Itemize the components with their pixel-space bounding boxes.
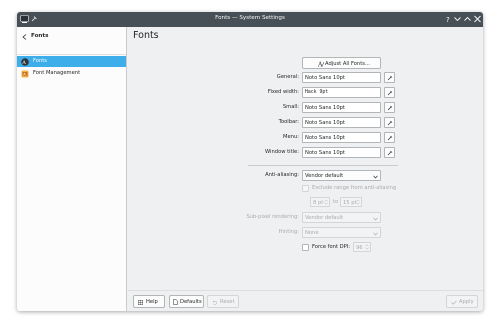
reset-button[interactable]: Reset (207, 295, 239, 308)
toolbar-font-field: Noto Sans 10pt (302, 117, 381, 128)
chevron-down-icon (373, 217, 378, 221)
toolbar-label: Toolbar: (278, 119, 299, 125)
fonts-icon: A (21, 57, 29, 66)
range-from-spinbox[interactable]: 8 pt (310, 197, 330, 207)
apply-label: Apply (459, 299, 474, 305)
font-adjust-icon: A (318, 61, 324, 67)
general-font-choose-button[interactable] (384, 72, 395, 83)
font-management-icon: A (21, 70, 29, 77)
maximize-icon[interactable] (463, 15, 472, 23)
hinting-label: Hinting: (278, 229, 299, 235)
force-dpi-label: Force font DPI: (312, 244, 351, 250)
menu-label: Menu: (283, 134, 299, 140)
title-bar: Fonts — System Settings ? (17, 12, 483, 27)
window-title: Fonts — System Settings (215, 15, 285, 21)
small-font-value: Noto Sans 10pt (305, 105, 345, 111)
font-select-icon (387, 150, 393, 156)
help-label: Help (146, 299, 158, 305)
minimize-icon[interactable] (453, 15, 462, 23)
spin-arrows-icon (356, 199, 360, 205)
sidebar: Fonts A Fonts A Font Management (17, 27, 127, 311)
small-label: Small: (282, 104, 299, 110)
sidebar-item-label: Font Management (33, 70, 81, 76)
adjust-all-fonts-button[interactable]: A Adjust All Fonts... (302, 57, 381, 69)
reset-label: Reset (220, 299, 235, 305)
small-font-choose-button[interactable] (384, 102, 395, 113)
general-font-field: Noto Sans 10pt (302, 72, 381, 83)
antialiasing-select[interactable]: Vendor default (302, 170, 381, 181)
subpixel-label: Sub-pixel rendering: (246, 214, 299, 220)
range-to-spinbox[interactable]: 15 pt (340, 197, 362, 207)
font-select-icon (387, 120, 393, 126)
defaults-label: Defaults (180, 299, 202, 305)
subpixel-value: Vendor default (305, 215, 344, 221)
fixed-width-label: Fixed width: (267, 89, 299, 95)
section-divider (248, 165, 398, 166)
range-from-value: 8 pt (313, 199, 324, 206)
svg-text:A: A (21, 60, 26, 66)
close-icon[interactable] (473, 15, 482, 23)
toolbar-font-choose-button[interactable] (384, 117, 395, 128)
defaults-button[interactable]: Defaults (169, 295, 204, 308)
sidebar-back-label: Fonts (31, 33, 49, 39)
sidebar-item-label: Fonts (33, 58, 47, 64)
force-dpi-spinbox[interactable]: 96 (353, 242, 371, 252)
footer-divider (128, 290, 483, 291)
subpixel-select[interactable]: Vendor default (302, 212, 381, 223)
chevron-left-icon (22, 34, 27, 40)
font-select-icon (387, 75, 393, 81)
window-title-font-choose-button[interactable] (384, 147, 395, 158)
exclude-range-label: Exclude range from anti-aliasing (312, 185, 397, 191)
back-button[interactable]: Fonts (21, 32, 121, 42)
fixed-width-font-choose-button[interactable] (384, 87, 395, 98)
small-font-field: Noto Sans 10pt (302, 102, 381, 113)
window-title-font-value: Noto Sans 10pt (305, 150, 345, 156)
svg-text:?: ? (446, 16, 450, 23)
hinting-value: None (305, 230, 319, 236)
exclude-range-checkbox[interactable] (302, 185, 309, 192)
antialiasing-value: Vendor default (305, 173, 344, 179)
chevron-down-icon (373, 175, 378, 179)
undo-icon (212, 299, 217, 304)
window-title-font-field: Noto Sans 10pt (302, 147, 381, 158)
force-dpi-checkbox[interactable] (302, 244, 309, 251)
fixed-width-font-field: Hack 9pt (302, 87, 381, 98)
sidebar-item-font-management[interactable]: A Font Management (17, 68, 126, 79)
help-button[interactable]: Help (133, 295, 165, 308)
menu-font-value: Noto Sans 10pt (305, 135, 345, 141)
chevron-down-icon (373, 232, 378, 236)
main-panel: Fonts A Adjust All Fonts... General: Not… (128, 27, 483, 311)
settings-window: Fonts — System Settings ? Fonts A Fonts (17, 12, 483, 311)
apply-button[interactable]: Apply (446, 295, 478, 308)
window-title-label: Window title: (265, 149, 299, 155)
page-title: Fonts (133, 30, 159, 41)
range-to-value: 15 pt (343, 199, 357, 206)
help-contents-icon (138, 299, 143, 305)
adjust-all-fonts-label: Adjust All Fonts... (325, 60, 370, 67)
font-select-icon (387, 90, 393, 96)
font-select-icon (387, 135, 393, 141)
checkmark-icon (451, 300, 457, 305)
hinting-select[interactable]: None (302, 227, 381, 238)
menu-font-choose-button[interactable] (384, 132, 395, 143)
general-font-value: Noto Sans 10pt (305, 75, 345, 81)
help-icon[interactable]: ? (443, 15, 452, 23)
spin-arrows-icon (324, 199, 328, 205)
toolbar-font-value: Noto Sans 10pt (305, 120, 345, 126)
spin-arrows-icon (365, 244, 369, 250)
antialiasing-label: Anti-aliasing: (265, 172, 299, 178)
force-dpi-value: 96 (356, 244, 363, 251)
range-to-label: to (333, 199, 339, 205)
general-label: General: (276, 74, 299, 80)
document-icon (173, 299, 178, 305)
sidebar-divider (17, 54, 126, 55)
font-select-icon (387, 105, 393, 111)
menu-font-field: Noto Sans 10pt (302, 132, 381, 143)
sidebar-item-fonts[interactable]: A Fonts (17, 56, 126, 67)
fixed-width-font-value: Hack 9pt (305, 90, 329, 95)
